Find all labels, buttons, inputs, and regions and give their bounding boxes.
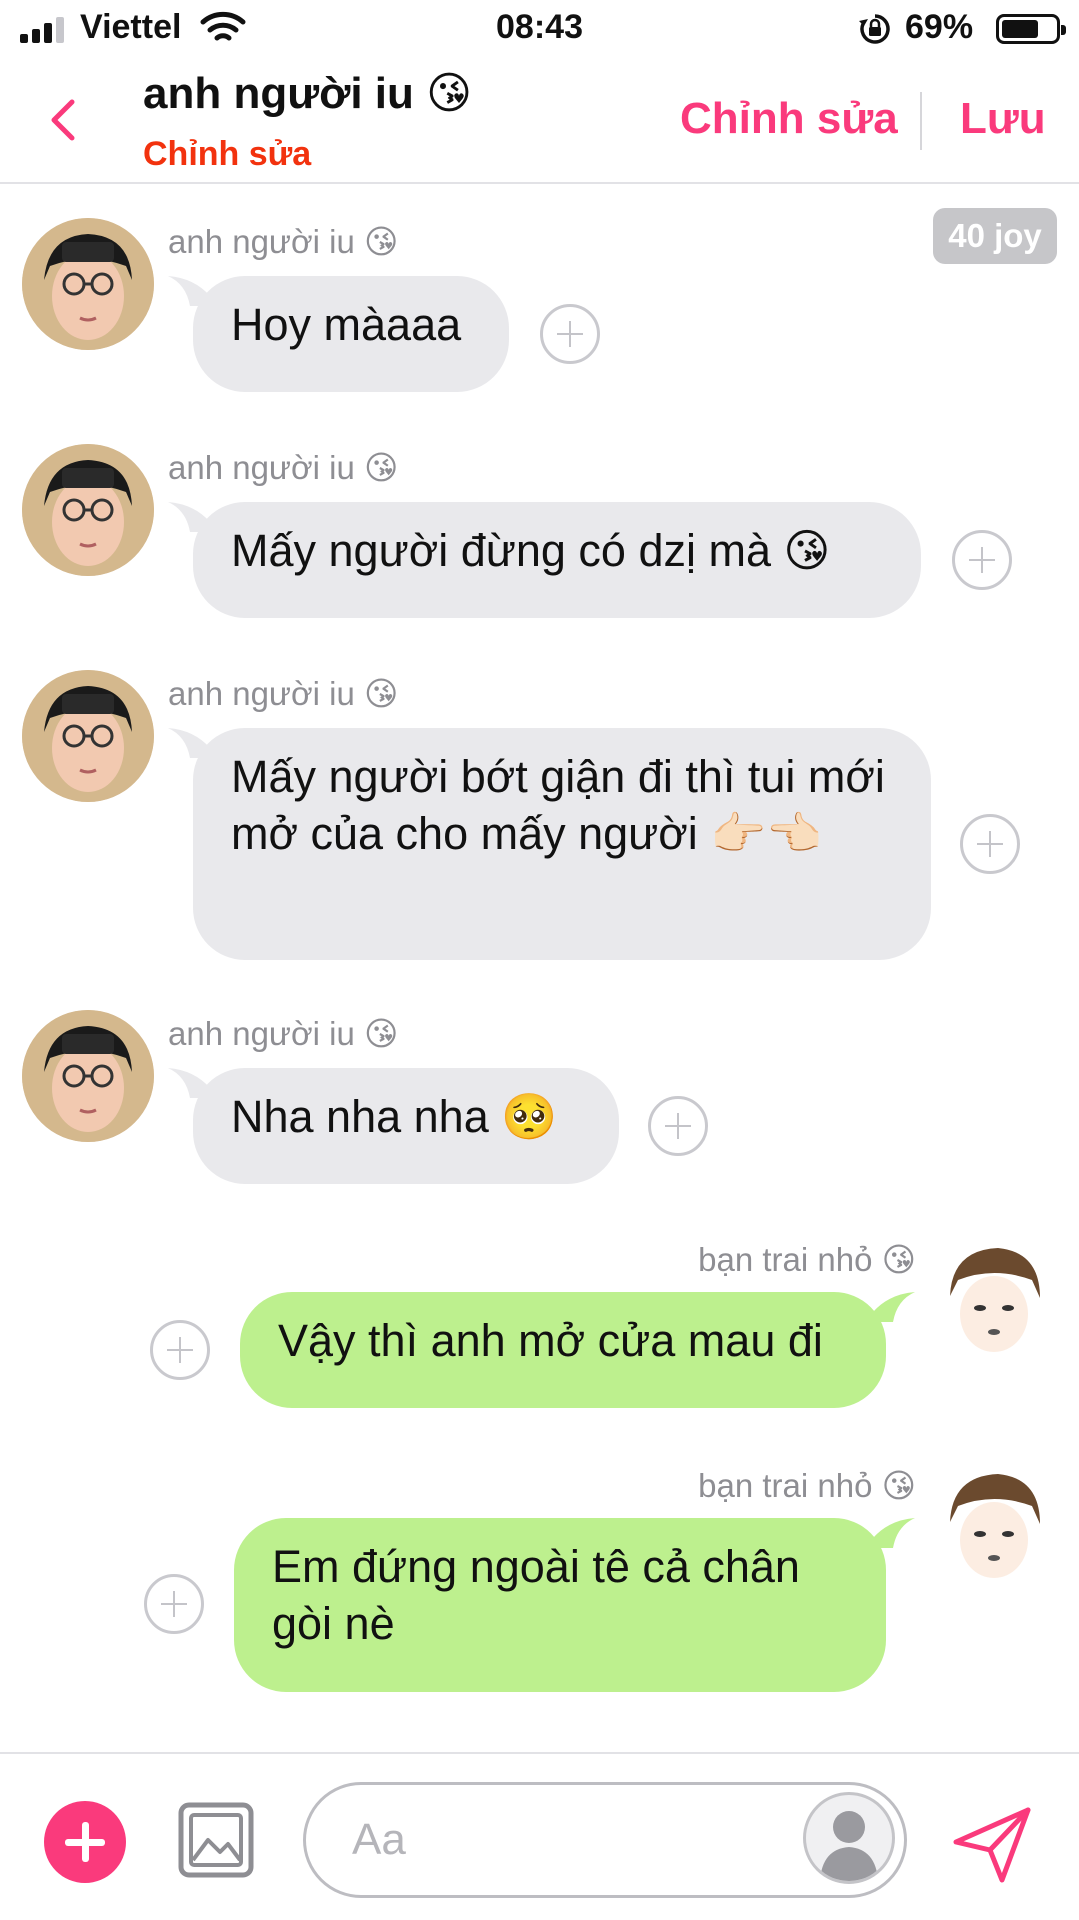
battery-icon [996,14,1066,44]
sender-name: anh người iu 😘 [168,1015,399,1052]
edit-button[interactable]: Chỉnh sửa [680,94,898,144]
sender-avatar[interactable] [22,444,154,576]
message-text: Nha nha nha 🥺 [231,1091,558,1142]
message-text: Vậy thì anh mở cửa mau đi [278,1315,823,1366]
save-button[interactable]: Lưu [960,94,1046,144]
sender-name: anh người iu 😘 [168,449,399,486]
chat-header: anh người iu 😘 Chỉnh sửa Chỉnh sửa Lưu [0,60,1079,184]
message-bubble[interactable]: Hoy màaaa [193,276,509,392]
sender-avatar[interactable] [22,670,154,802]
chat-subtitle: Chỉnh sửa [143,135,312,173]
add-reaction-button[interactable] [150,1320,210,1380]
chat-title: anh người iu 😘 [143,69,472,118]
image-icon[interactable] [178,1802,254,1878]
add-reaction-button[interactable] [952,530,1012,590]
message-bubble[interactable]: Nha nha nha 🥺 [193,1068,619,1184]
message-bubble[interactable]: Vậy thì anh mở cửa mau đi [240,1292,886,1408]
status-bar: Viettel 08:43 69% [0,0,1079,60]
message-text: Hoy màaaa [231,299,462,350]
add-reaction-button[interactable] [648,1096,708,1156]
joy-count-badge: 40 joy [933,208,1057,264]
sticker-avatar-icon[interactable] [803,1792,895,1884]
add-reaction-button[interactable] [960,814,1020,874]
sender-name: anh người iu 😘 [168,223,399,260]
message-bubble[interactable]: Em đứng ngoài tê cả chân gòi nè [234,1518,886,1692]
message-text: Mấy người đừng có dzị mà 😘 [231,525,831,576]
sender-avatar[interactable] [22,1010,154,1142]
sender-name: anh người iu 😘 [168,675,399,712]
send-icon[interactable] [950,1802,1034,1886]
message-text: Mấy người bớt giận đi thì tui mới mở của… [231,751,885,859]
sender-avatar[interactable] [928,1462,1060,1594]
sender-avatar[interactable] [928,1236,1060,1368]
message-text: Em đứng ngoài tê cả chân gòi nè [272,1541,800,1649]
header-divider [920,92,922,150]
battery-percent: 69% [905,8,974,46]
add-reaction-button[interactable] [144,1574,204,1634]
message-bubble[interactable]: Mấy người bớt giận đi thì tui mới mở của… [193,728,931,960]
message-bubble[interactable]: Mấy người đừng có dzị mà 😘 [193,502,921,618]
sender-avatar[interactable] [22,218,154,350]
orientation-lock-icon [859,14,890,44]
back-chevron-icon[interactable] [36,90,96,150]
sender-name: bạn trai nhỏ 😘 [698,1467,916,1504]
add-reaction-button[interactable] [540,304,600,364]
sender-name: bạn trai nhỏ 😘 [698,1241,916,1278]
composer-bar [0,1752,1079,1920]
add-plus-icon[interactable] [44,1801,126,1883]
